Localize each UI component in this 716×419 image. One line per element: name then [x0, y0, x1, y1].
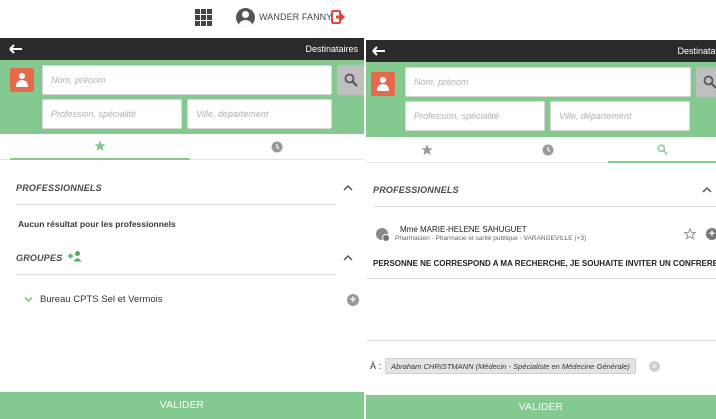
invite-colleague-link[interactable]: PERSONNE NE CORRESPOND A MA RECHERCHE, J… [373, 259, 716, 268]
clock-icon [542, 144, 554, 156]
name-search-placeholder: Nom, prénom [51, 75, 106, 85]
user-bar: WANDER FANNY [0, 0, 364, 38]
header-bar: Destinataires [366, 40, 716, 62]
search-block: Nom, prénom Profession, spécialité Ville… [0, 60, 364, 134]
section-divider [373, 206, 716, 207]
add-group-member-icon[interactable]: + [347, 294, 359, 306]
collapse-groups-icon[interactable] [343, 254, 353, 261]
back-arrow-icon[interactable] [9, 44, 23, 54]
result-name[interactable]: Mme MARIE-HELENE SAHUGUET [400, 225, 527, 234]
professional-avatar-icon [376, 228, 390, 242]
favorite-star-icon[interactable] [684, 228, 696, 240]
tab-favorites[interactable] [10, 134, 190, 160]
section-divider [366, 278, 716, 279]
validate-button[interactable]: VALIDER [366, 395, 716, 419]
groups-section-title: GROUPES [16, 253, 63, 263]
tab-favorites[interactable] [366, 137, 488, 163]
recipients-divider [366, 340, 716, 341]
header-bar: Destinataires [0, 38, 364, 60]
city-input[interactable]: Ville, département [187, 99, 332, 129]
tab-recent[interactable] [190, 134, 364, 160]
remove-recipient-icon[interactable]: × [649, 361, 660, 372]
name-search-placeholder: Nom, prénom [414, 77, 469, 87]
collapse-professionals-icon[interactable] [343, 184, 353, 191]
search-icon [656, 143, 668, 155]
city-placeholder: Ville, département [196, 109, 269, 119]
profession-input[interactable]: Profession, spécialité [405, 101, 545, 131]
search-icon [703, 75, 716, 89]
clock-icon [271, 141, 283, 153]
result-details: Pharmacien - Pharmacie et santé publique… [395, 235, 587, 242]
professionals-section-title: PROFESSIONNELS [373, 185, 459, 195]
section-divider [16, 204, 336, 205]
tab-search[interactable] [608, 137, 716, 163]
star-icon [94, 140, 106, 151]
back-arrow-icon[interactable] [372, 46, 386, 56]
profession-placeholder: Profession, spécialité [51, 109, 137, 119]
validate-button[interactable]: VALIDER [0, 392, 364, 419]
search-icon [344, 73, 358, 87]
professionals-section-title: PROFESSIONNELS [16, 183, 102, 193]
recipient-chip: Abraham CHRISTMANN (Médecin - Spécialist… [385, 358, 636, 374]
collapse-professionals-icon[interactable] [702, 186, 712, 193]
tab-bar [366, 137, 716, 163]
recipient-chip-label: Abraham CHRISTMANN (Médecin - Spécialist… [391, 361, 630, 371]
search-block: Nom, prénom Profession, spécialité Ville… [366, 62, 716, 137]
person-filter-icon[interactable] [10, 68, 34, 92]
profession-placeholder: Profession, spécialité [414, 111, 500, 121]
city-placeholder: Ville, département [559, 111, 632, 121]
tab-bar [0, 134, 364, 160]
person-filter-icon[interactable] [371, 72, 395, 96]
search-button[interactable] [337, 65, 364, 95]
tab-recent[interactable] [488, 137, 608, 163]
recipients-panel-favorites: WANDER FANNY Destinataires Nom, prénom P… [0, 0, 364, 419]
group-item-label[interactable]: Bureau CPTS Sel et Vermois [40, 294, 163, 305]
no-result-text: Aucun résultat pour les professionnels [18, 219, 176, 229]
to-label: À : [370, 361, 382, 371]
header-title: Destinataires [305, 44, 358, 54]
name-search-input[interactable]: Nom, prénom [42, 65, 332, 95]
apps-grid-icon[interactable] [195, 9, 212, 26]
profession-input[interactable]: Profession, spécialité [42, 99, 182, 129]
user-name[interactable]: WANDER FANNY [259, 12, 332, 22]
add-group-icon[interactable] [67, 250, 83, 262]
chevron-down-icon[interactable] [24, 296, 33, 303]
header-title: Destinataires [677, 46, 716, 56]
recipients-panel-search: Destinataires Nom, prénom Profession, sp… [366, 0, 716, 419]
logout-icon[interactable] [331, 10, 345, 24]
user-avatar-icon[interactable] [236, 8, 255, 27]
city-input[interactable]: Ville, département [550, 101, 690, 131]
name-search-input[interactable]: Nom, prénom [405, 67, 691, 97]
star-icon [421, 144, 433, 155]
search-button[interactable] [696, 67, 716, 97]
add-recipient-icon[interactable]: + [706, 228, 716, 240]
section-divider [16, 274, 336, 275]
